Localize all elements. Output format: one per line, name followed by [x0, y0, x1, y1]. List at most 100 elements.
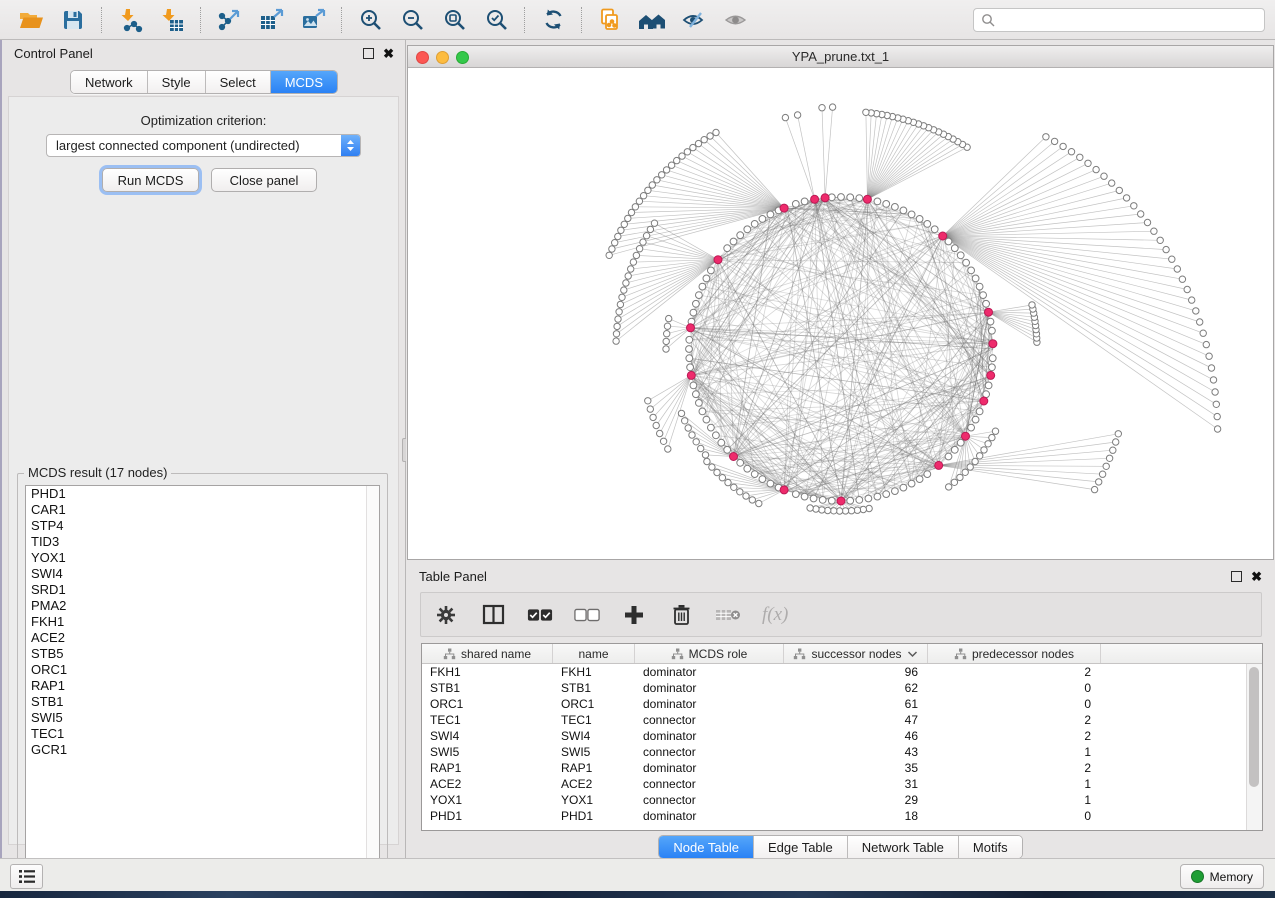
graph-dominator-node[interactable]	[962, 432, 970, 440]
graph-node[interactable]	[702, 452, 708, 458]
graph-node[interactable]	[829, 104, 835, 110]
graph-node[interactable]	[1113, 439, 1119, 445]
table-row[interactable]: RAP1RAP1dominator352	[422, 760, 1262, 776]
graph-node[interactable]	[619, 294, 625, 300]
graph-node[interactable]	[957, 439, 964, 446]
graph-node[interactable]	[792, 491, 799, 498]
graph-node[interactable]	[696, 400, 703, 407]
graph-node[interactable]	[751, 471, 758, 478]
criterion-select[interactable]: largest connected component (undirected)	[46, 134, 361, 157]
graph-node[interactable]	[972, 458, 978, 464]
graph-node[interactable]	[713, 432, 720, 439]
export-image-button[interactable]	[292, 4, 334, 36]
graph-dominator-node[interactable]	[780, 486, 788, 494]
run-mcds-button[interactable]: Run MCDS	[102, 168, 199, 192]
graph-node[interactable]	[972, 416, 979, 423]
tab-select[interactable]: Select	[206, 71, 271, 93]
mcds-result-item[interactable]: FKH1	[26, 614, 379, 630]
mcds-result-item[interactable]: RAP1	[26, 678, 379, 694]
graph-node[interactable]	[743, 493, 749, 499]
graph-node[interactable]	[645, 187, 651, 193]
graph-node[interactable]	[693, 391, 700, 398]
graph-node[interactable]	[686, 355, 693, 362]
graph-node[interactable]	[951, 446, 958, 453]
mcds-result-item[interactable]: TEC1	[26, 726, 379, 742]
mcds-result-item[interactable]: SRD1	[26, 582, 379, 598]
graph-node[interactable]	[976, 283, 983, 290]
import-table-button[interactable]	[151, 4, 193, 36]
graph-node[interactable]	[621, 287, 627, 293]
show-panels-button[interactable]	[10, 864, 43, 889]
zoom-out-button[interactable]	[391, 4, 433, 36]
graph-node[interactable]	[709, 464, 715, 470]
graph-node[interactable]	[756, 500, 762, 506]
graph-node[interactable]	[689, 432, 695, 438]
column-header-mcds-role[interactable]: MCDS role	[635, 644, 784, 663]
graph-node[interactable]	[865, 495, 872, 502]
graph-node[interactable]	[1212, 389, 1218, 395]
graph-node[interactable]	[967, 464, 973, 470]
graph-node[interactable]	[819, 507, 825, 513]
graph-node[interactable]	[1060, 143, 1066, 149]
graph-node[interactable]	[613, 331, 619, 337]
graph-node[interactable]	[1208, 365, 1214, 371]
table-row[interactable]: STB1STB1dominator620	[422, 680, 1262, 696]
graph-node[interactable]	[703, 416, 710, 423]
graph-node[interactable]	[1077, 154, 1083, 160]
graph-dominator-node[interactable]	[989, 340, 997, 348]
delete-table-button[interactable]	[715, 602, 741, 628]
graph-node[interactable]	[847, 194, 854, 201]
graph-node[interactable]	[1106, 455, 1112, 461]
graph-node[interactable]	[981, 447, 987, 453]
graph-node[interactable]	[1203, 341, 1209, 347]
mcds-result-item[interactable]: STB5	[26, 646, 379, 662]
graph-node[interactable]	[663, 338, 669, 344]
graph-node[interactable]	[703, 275, 710, 282]
graph-node[interactable]	[976, 408, 983, 415]
graph-node[interactable]	[1206, 353, 1212, 359]
graph-node[interactable]	[693, 300, 700, 307]
graph-node[interactable]	[848, 508, 854, 514]
graph-node[interactable]	[699, 408, 706, 415]
graph-node[interactable]	[900, 207, 907, 214]
close-panel-button[interactable]: Close panel	[211, 168, 317, 192]
graph-node[interactable]	[724, 446, 731, 453]
graph-node[interactable]	[1144, 219, 1150, 225]
mcds-result-item[interactable]: STP4	[26, 518, 379, 534]
graph-node[interactable]	[1157, 237, 1163, 243]
tab-motifs[interactable]: Motifs	[959, 836, 1022, 858]
graph-node[interactable]	[801, 198, 808, 205]
graph-node[interactable]	[792, 201, 799, 208]
graph-node[interactable]	[606, 252, 612, 258]
graph-node[interactable]	[847, 497, 854, 504]
graph-node[interactable]	[908, 480, 915, 487]
graph-node[interactable]	[968, 267, 975, 274]
graph-node[interactable]	[615, 233, 621, 239]
graph-node[interactable]	[659, 172, 665, 178]
float-panel-icon[interactable]	[1231, 571, 1242, 582]
graph-node[interactable]	[633, 252, 639, 258]
add-column-button[interactable]	[621, 602, 647, 628]
column-header-successor-nodes[interactable]: successor nodes	[784, 644, 928, 663]
graph-node[interactable]	[690, 144, 696, 150]
table-scrollbar[interactable]	[1246, 664, 1262, 830]
mcds-result-item[interactable]: GCR1	[26, 742, 379, 758]
save-session-button[interactable]	[52, 4, 94, 36]
graph-node[interactable]	[749, 497, 755, 503]
graph-node[interactable]	[782, 114, 788, 120]
graph-node[interactable]	[863, 109, 869, 115]
graph-node[interactable]	[1189, 297, 1195, 303]
graph-dominator-node[interactable]	[837, 497, 845, 505]
graph-node[interactable]	[951, 479, 957, 485]
graph-node[interactable]	[1109, 180, 1115, 186]
show-all-button[interactable]	[715, 4, 757, 36]
graph-node[interactable]	[992, 428, 998, 434]
graph-node[interactable]	[696, 292, 703, 299]
graph-node[interactable]	[838, 194, 845, 201]
graph-node[interactable]	[666, 315, 672, 321]
graph-node[interactable]	[963, 259, 970, 266]
network-home-button[interactable]	[631, 4, 673, 36]
graph-node[interactable]	[759, 216, 766, 223]
graph-node[interactable]	[957, 252, 964, 259]
graph-node[interactable]	[744, 226, 751, 233]
